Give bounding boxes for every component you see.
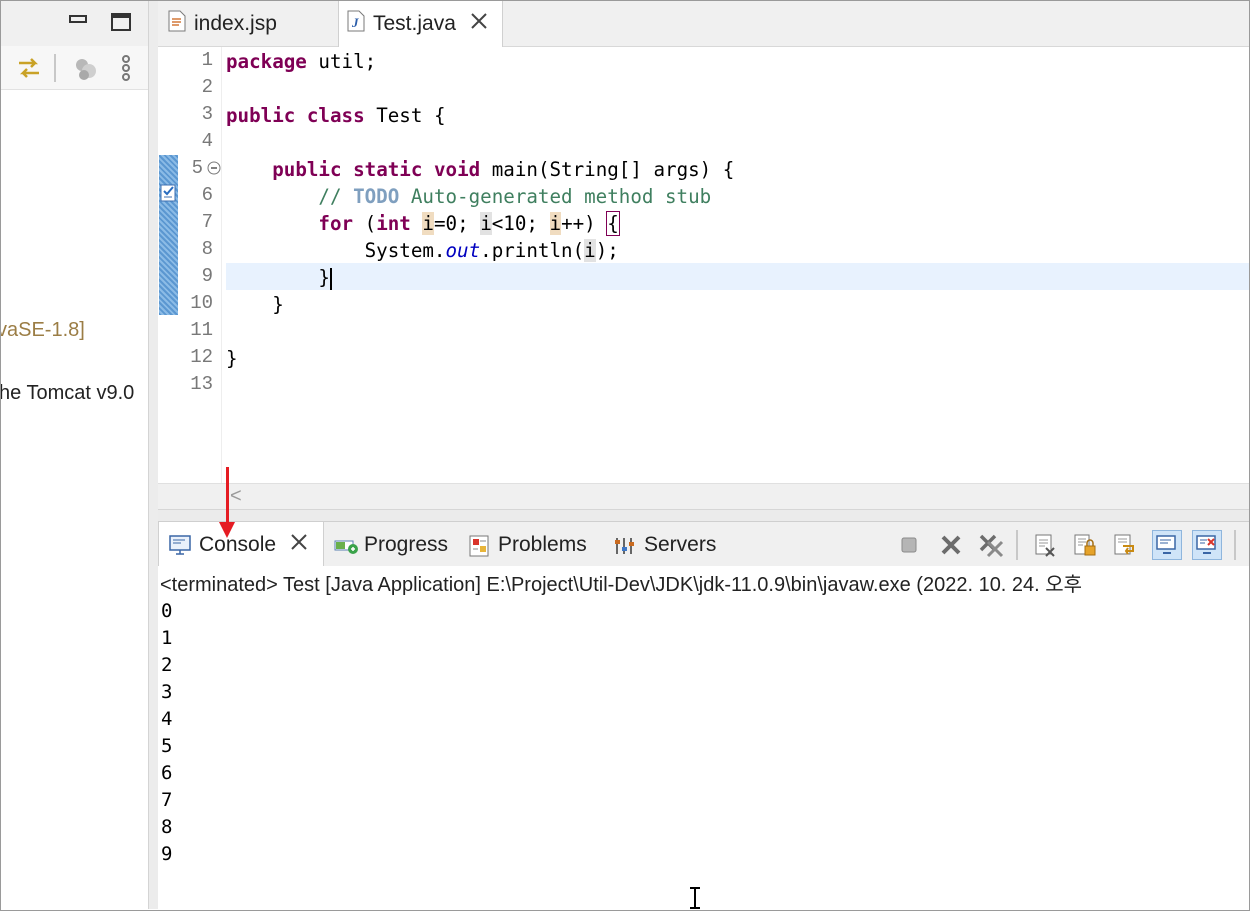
toolbar-separator bbox=[1234, 530, 1236, 560]
show-console-on-stdout-button[interactable] bbox=[1152, 530, 1182, 560]
output-line: 4 bbox=[161, 708, 173, 730]
output-line: 1 bbox=[161, 627, 173, 649]
line-number: 8 bbox=[201, 238, 213, 260]
link-with-editor-icon[interactable] bbox=[15, 54, 43, 87]
editor-tab-bar: index.jsp J Test.java bbox=[158, 1, 1249, 47]
console-output[interactable]: 0 1 2 3 4 5 6 7 8 9 bbox=[158, 596, 1249, 909]
process-status-text: <terminated> Test [Java Application] E:\… bbox=[160, 574, 1083, 596]
code-line: package util; bbox=[226, 50, 377, 73]
clear-console-button[interactable] bbox=[1030, 530, 1060, 560]
change-marker bbox=[159, 155, 178, 315]
word-wrap-button[interactable] bbox=[1110, 530, 1140, 560]
line-number: 5 bbox=[191, 157, 203, 179]
minimize-icon[interactable] bbox=[69, 15, 87, 23]
code-line: } bbox=[272, 293, 284, 316]
output-line: 9 bbox=[161, 843, 173, 865]
tree-item-tomcat-server[interactable]: he Tomcat v9.0 bbox=[1, 382, 134, 405]
line-number: 3 bbox=[201, 103, 213, 125]
line-number: 4 bbox=[201, 130, 213, 152]
remove-all-terminated-button[interactable] bbox=[976, 530, 1006, 560]
line-number: 2 bbox=[201, 76, 213, 98]
output-line: 5 bbox=[161, 735, 173, 757]
problems-icon bbox=[468, 534, 490, 556]
show-console-on-stderr-button[interactable] bbox=[1192, 530, 1222, 560]
view-menu-icon[interactable] bbox=[119, 54, 133, 87]
toolbar-separator bbox=[54, 54, 56, 82]
code-line: public static void main(String[] args) { bbox=[272, 158, 735, 181]
output-line: 2 bbox=[161, 654, 173, 676]
code-line: for (int i=0; i<10; i++) { bbox=[318, 211, 620, 236]
tab-label: Problems bbox=[498, 532, 587, 556]
svg-text:J: J bbox=[351, 15, 359, 30]
tab-progress[interactable]: Progress bbox=[334, 522, 448, 567]
fold-collapse-icon[interactable] bbox=[207, 161, 221, 180]
line-number: 13 bbox=[190, 373, 213, 395]
output-line: 3 bbox=[161, 681, 173, 703]
toolbar-separator bbox=[1016, 530, 1018, 560]
tab-servers[interactable]: Servers bbox=[614, 522, 716, 567]
code-line: // TODO Auto-generated method stub bbox=[318, 185, 712, 208]
line-number: 9 bbox=[201, 265, 213, 287]
tree-item-jre-system-library[interactable]: vaSE-1.8] bbox=[1, 319, 85, 342]
progress-icon bbox=[334, 534, 358, 556]
scroll-left-arrow[interactable]: < bbox=[230, 485, 242, 508]
text-cursor-icon bbox=[688, 886, 702, 910]
jsp-file-icon bbox=[168, 10, 186, 38]
tab-label: Progress bbox=[364, 532, 449, 556]
scroll-lock-button[interactable] bbox=[1070, 530, 1100, 560]
close-icon[interactable] bbox=[470, 12, 488, 36]
horizontal-scrollbar[interactable]: < bbox=[158, 483, 1249, 510]
console-icon bbox=[169, 534, 191, 556]
line-number: 7 bbox=[201, 211, 213, 233]
tab-label: Console bbox=[199, 532, 277, 556]
close-icon[interactable] bbox=[290, 533, 308, 557]
console-status: <terminated> Test [Java Application] E:\… bbox=[158, 566, 1249, 596]
annotation-arrow-head bbox=[219, 522, 235, 538]
console-tab-bar: Console Progress Problems Servers bbox=[158, 521, 1249, 567]
line-number: 1 bbox=[201, 49, 213, 71]
explorer-title-bar bbox=[1, 1, 148, 46]
tab-label: Test.java bbox=[373, 12, 456, 35]
tab-console[interactable]: Console bbox=[158, 522, 324, 567]
remove-launch-button[interactable] bbox=[936, 530, 966, 560]
maximize-icon[interactable] bbox=[111, 13, 131, 31]
code-line: System.out.println(i); bbox=[364, 239, 619, 262]
output-line: 8 bbox=[161, 816, 173, 838]
tab-label: Servers bbox=[644, 532, 717, 556]
code-line: } bbox=[226, 347, 238, 370]
output-line: 0 bbox=[161, 600, 173, 622]
code-editor[interactable]: 1 2 3 4 5 6 7 8 9 10 11 12 13 package ut… bbox=[158, 47, 1249, 483]
line-numbers: 1 2 3 4 5 6 7 8 9 10 11 12 13 bbox=[179, 47, 222, 483]
explorer-toolbar bbox=[1, 46, 148, 90]
tab-test-java[interactable]: J Test.java bbox=[338, 1, 503, 47]
package-explorer-panel: vaSE-1.8] he Tomcat v9.0 bbox=[1, 1, 148, 909]
text-cursor bbox=[329, 267, 332, 290]
annotation-ruler bbox=[158, 47, 179, 483]
code-line: } bbox=[318, 266, 332, 290]
java-file-icon: J bbox=[347, 10, 365, 38]
code-line: public class Test { bbox=[226, 104, 446, 127]
collapse-all-icon[interactable] bbox=[73, 56, 99, 87]
line-number: 11 bbox=[190, 319, 213, 341]
tab-label: index.jsp bbox=[194, 11, 277, 35]
line-number: 10 bbox=[190, 292, 213, 314]
tab-index-jsp[interactable]: index.jsp bbox=[168, 1, 338, 46]
servers-icon bbox=[614, 534, 636, 556]
line-number: 6 bbox=[201, 184, 213, 206]
terminate-button[interactable] bbox=[894, 530, 924, 560]
line-number: 12 bbox=[190, 346, 213, 368]
matching-bracket: { bbox=[606, 211, 620, 236]
annotation-arrow bbox=[226, 467, 229, 527]
output-line: 6 bbox=[161, 762, 173, 784]
output-line: 7 bbox=[161, 789, 173, 811]
tab-problems[interactable]: Problems bbox=[468, 522, 587, 567]
task-marker-icon[interactable] bbox=[160, 183, 178, 208]
code-text[interactable]: package util; public class Test { public… bbox=[226, 47, 1249, 483]
